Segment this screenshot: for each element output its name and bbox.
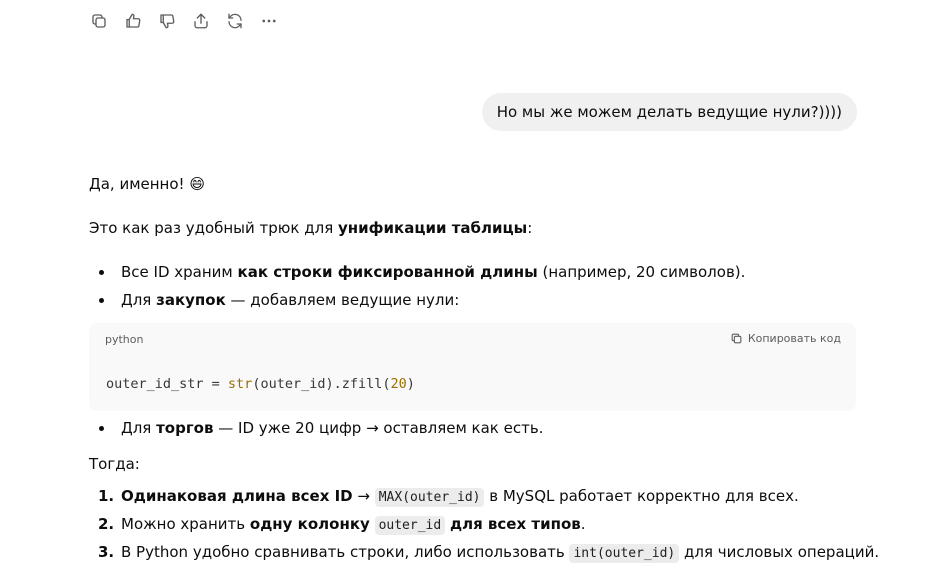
inline-code: outer_id [374,516,446,535]
list-item-text: (например, 20 символов). [537,263,746,281]
code-token: outer_id_str = [106,376,228,392]
intro-text: Это как раз удобный трюк для [89,219,339,237]
inline-code: int(outer_id) [569,544,680,563]
list-item: Для закупок — добавляем ведущие нули: [98,289,460,311]
code-token: (outer_id).zfill( [252,376,391,392]
list-item-bold: торгов [156,419,214,437]
share-icon[interactable] [188,8,214,34]
code-token-number: 20 [390,376,407,392]
numbered-item: 3. В Python удобно сравнивать строки, либ… [98,541,880,565]
list-number: 3. [98,543,115,561]
message-actions-toolbar [86,8,282,34]
intro-end: : [527,219,533,237]
thumbs-down-icon[interactable] [154,8,180,34]
code-token-function: str [227,376,253,392]
user-message-bubble: Но мы же можем делать ведущие нули?)))) [481,93,857,131]
numbered-item: 1. Одинаковая длина всех ID → MAX(outer_i… [98,485,799,509]
list-item-bold: как строки фиксированной длины [237,263,538,281]
list-item-text: → [352,487,375,505]
list-item-text: Для [121,291,157,309]
list-item-text: Можно хранить [121,515,250,533]
intro-bold: унификации таблицы [338,219,528,237]
copy-code-button[interactable]: Копировать код [730,332,841,345]
then-label: Тогда: [89,455,140,473]
list-item-text: В Python удобно сравнивать строки, либо … [121,543,570,561]
list-item-bold: Одинаковая длина всех ID [121,487,353,505]
assistant-intro: Это как раз удобный трюк для унификации … [89,217,532,239]
list-item-text: — добавляем ведущие нули: [225,291,460,309]
code-token: ) [406,376,415,392]
list-number: 1. [98,487,115,505]
numbered-item: 2. Можно хранить одну колонку outer_id дл… [98,513,586,537]
list-number: 2. [98,515,115,533]
list-item-bold: закупок [156,291,226,309]
copy-icon [731,333,742,344]
list-item-bold: для всех типов [449,515,581,533]
list-item-text: для числовых операций. [679,543,880,561]
code-line: outer_id_str = str(outer_id).zfill(20) [106,376,415,392]
copy-icon[interactable] [86,8,112,34]
list-item-text: . [580,515,586,533]
thumbs-up-icon[interactable] [120,8,146,34]
list-item-text: в MySQL работает корректно для всех. [484,487,799,505]
copy-code-label: Копировать код [747,332,841,345]
list-item: Для торгов — ID уже 20 цифр → оставляем … [98,417,544,439]
inline-code: MAX(outer_id) [374,488,485,507]
chat-page: Но мы же можем делать ведущие нули?)))) … [0,0,945,575]
list-item: Все ID храним как строки фиксированной д… [98,261,746,283]
code-language-label: python [105,333,144,346]
list-item-text: Для [121,419,157,437]
assistant-greeting: Да, именно! 😄 [89,175,205,193]
regenerate-icon[interactable] [222,8,248,34]
more-icon[interactable] [256,8,282,34]
list-item-bold: одну колонку [249,515,370,533]
list-item-text: — ID уже 20 цифр → оставляем как есть. [213,419,544,437]
code-block: python Копировать код outer_id_str = str… [89,323,856,411]
list-item-text: Все ID храним [121,263,238,281]
